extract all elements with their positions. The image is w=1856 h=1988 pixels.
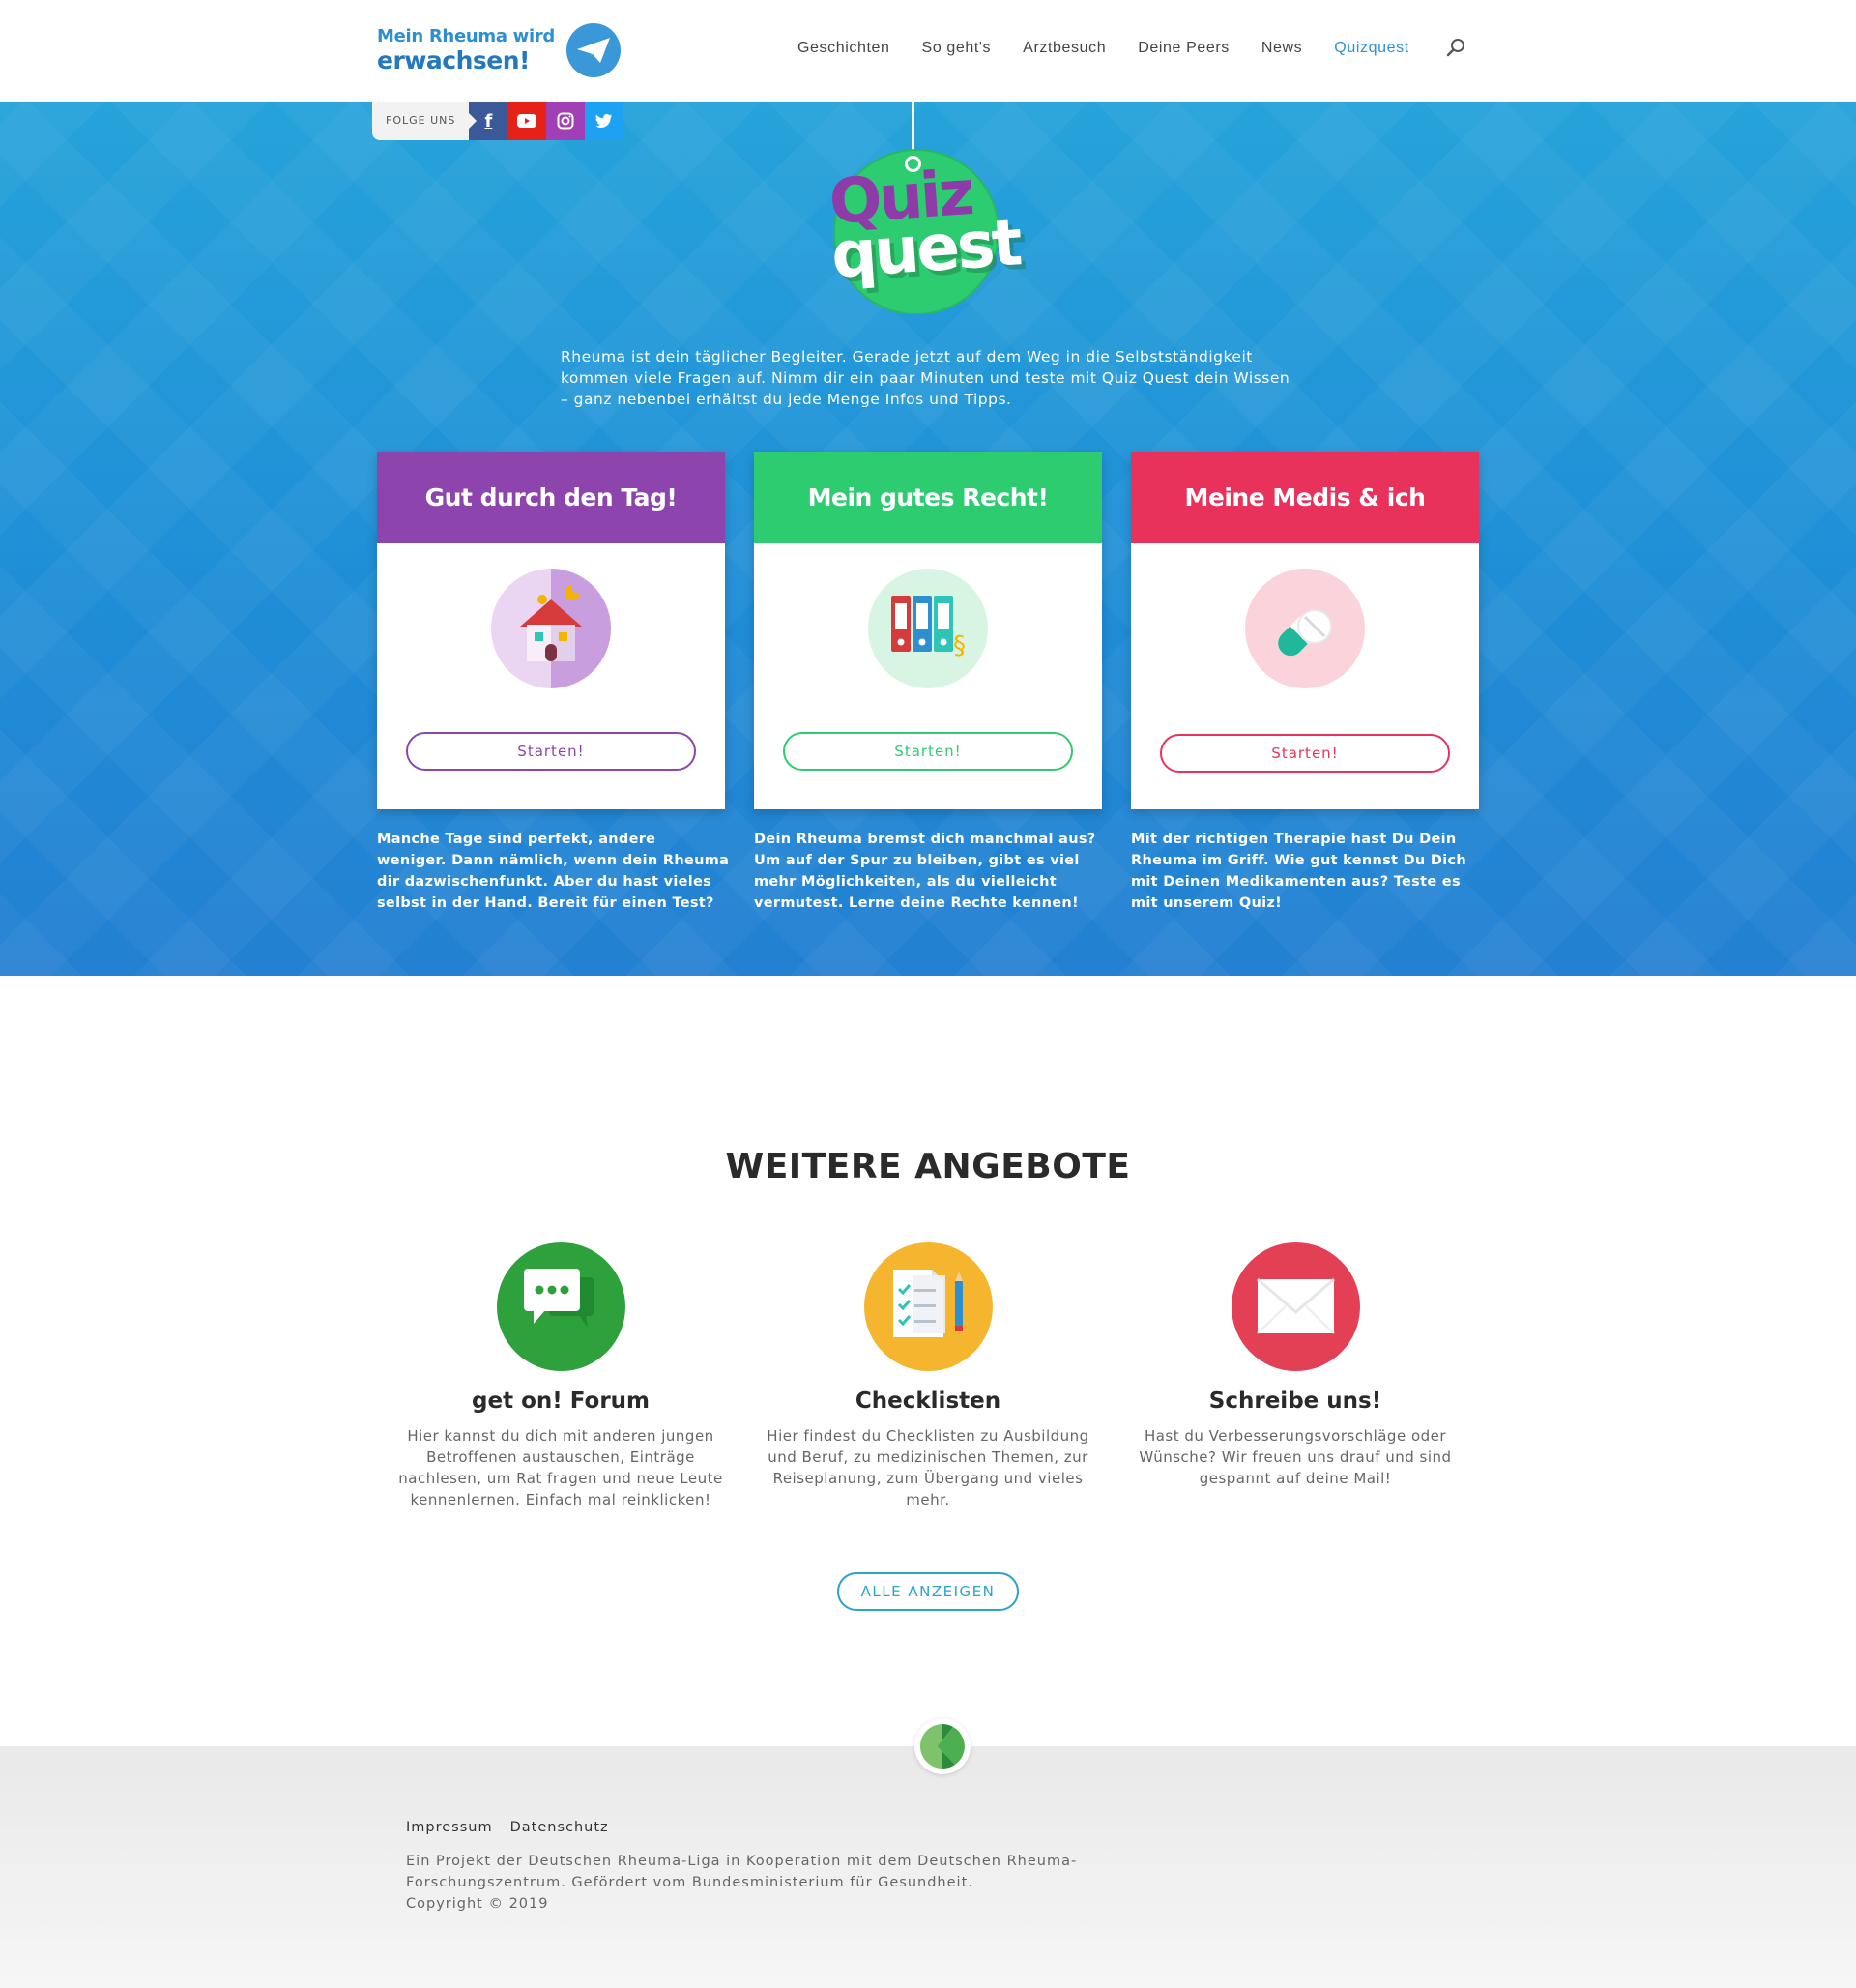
quiz-card-description: Manche Tage sind perfekt, andere weniger… <box>377 832 730 911</box>
quiz-card-alltag: Gut durch den Tag! Starten! <box>377 452 725 809</box>
offer-schreibe-uns[interactable]: Schreibe uns! Hast du Verbesserungsvorsc… <box>1131 1242 1460 1489</box>
card-title: Gut durch den Tag! <box>377 452 725 543</box>
mail-icon <box>1231 1242 1360 1371</box>
section-title: WEITERE ANGEBOTE <box>725 1147 1131 1186</box>
badge-ring <box>905 156 921 172</box>
offer-forum[interactable]: get on! Forum Hier kannst du dich mit an… <box>396 1242 725 1510</box>
folders-icon: § <box>868 569 988 688</box>
quiz-card-recht: Mein gutes Recht! § Starten! <box>754 452 1102 809</box>
start-quiz-button[interactable]: Starten! <box>406 732 696 771</box>
quiz-card-medis: Meine Medis & ich Starten! <box>1131 452 1479 809</box>
offer-title: Schreibe uns! <box>1208 1389 1382 1414</box>
footer-copyright: Copyright © 2019 <box>406 1896 549 1912</box>
youtube-icon[interactable] <box>508 102 547 140</box>
quiz-card-description: Dein Rheuma bremst dich manchmal aus? Um… <box>754 832 1096 911</box>
start-quiz-button[interactable]: Starten! <box>1160 734 1450 773</box>
offer-title: Checklisten <box>855 1389 1001 1414</box>
follow-label: FOLGE UNS <box>372 102 478 140</box>
offer-description: Hier findest du Checklisten zu Ausbildun… <box>767 1427 1089 1508</box>
footer-link-datenschutz[interactable]: Datenschutz <box>510 1820 609 1835</box>
logo-line1: Mein Rheuma wird <box>377 26 555 46</box>
checklist-icon <box>863 1242 993 1371</box>
svg-text:§: § <box>953 631 966 660</box>
site-logo[interactable]: Mein Rheuma wird erwachsen! <box>377 23 621 77</box>
nav-item-arztbesuch[interactable]: Arztbesuch <box>1023 40 1106 57</box>
site-header: Mein Rheuma wird erwachsen! Geschichten … <box>0 0 1856 102</box>
twitter-icon[interactable] <box>585 102 624 140</box>
paper-plane-icon <box>566 23 621 77</box>
nav-item-so-gehts[interactable]: So geht's <box>922 40 992 57</box>
card-title: Mein gutes Recht! <box>754 452 1102 543</box>
main-nav: Geschichten So geht's Arztbesuch Deine P… <box>798 40 1441 57</box>
offer-description: Hier kannst du dich mit anderen jungen B… <box>398 1427 723 1508</box>
nav-item-news[interactable]: News <box>1262 40 1302 57</box>
show-all-button[interactable]: ALLE ANZEIGEN <box>837 1572 1019 1611</box>
social-follow-bar: FOLGE UNS f <box>372 102 624 140</box>
offer-title: get on! Forum <box>472 1389 650 1414</box>
badge-word-quest: quest <box>828 205 1023 293</box>
footer-links: Impressum Datenschutz <box>406 1820 609 1835</box>
search-icon[interactable] <box>1446 37 1467 58</box>
rheuma-liga-logo-icon <box>914 1718 971 1774</box>
offer-description: Hast du Verbesserungsvorschläge oder Wün… <box>1139 1427 1452 1487</box>
nav-item-geschichten[interactable]: Geschichten <box>798 40 890 57</box>
chat-icon <box>496 1242 625 1371</box>
footer-info: Ein Projekt der Deutschen Rheuma-Liga in… <box>406 1851 1141 1915</box>
house-icon <box>491 569 611 688</box>
quiz-hero: FOLGE UNS f Quiz quest Rheuma ist dein t… <box>0 102 1856 976</box>
logo-line2: erwachsen! <box>377 46 530 74</box>
offer-checklisten[interactable]: Checklisten Hier findest du Checklisten … <box>764 1242 1092 1510</box>
nav-item-deine-peers[interactable]: Deine Peers <box>1138 40 1230 57</box>
hero-intro: Rheuma ist dein täglicher Begleiter. Ger… <box>561 348 1290 408</box>
card-title: Meine Medis & ich <box>1131 452 1479 543</box>
footer-project-text: Ein Projekt der Deutschen Rheuma-Liga in… <box>406 1854 1078 1890</box>
instagram-icon[interactable] <box>546 102 586 140</box>
quizquest-badge: Quiz quest <box>827 140 1029 315</box>
nav-item-quizquest[interactable]: Quizquest <box>1334 40 1408 57</box>
pill-icon <box>1245 569 1365 688</box>
quiz-card-description: Mit der richtigen Therapie hast Du Dein … <box>1131 832 1467 911</box>
start-quiz-button[interactable]: Starten! <box>783 732 1073 771</box>
footer-link-impressum[interactable]: Impressum <box>406 1820 493 1835</box>
